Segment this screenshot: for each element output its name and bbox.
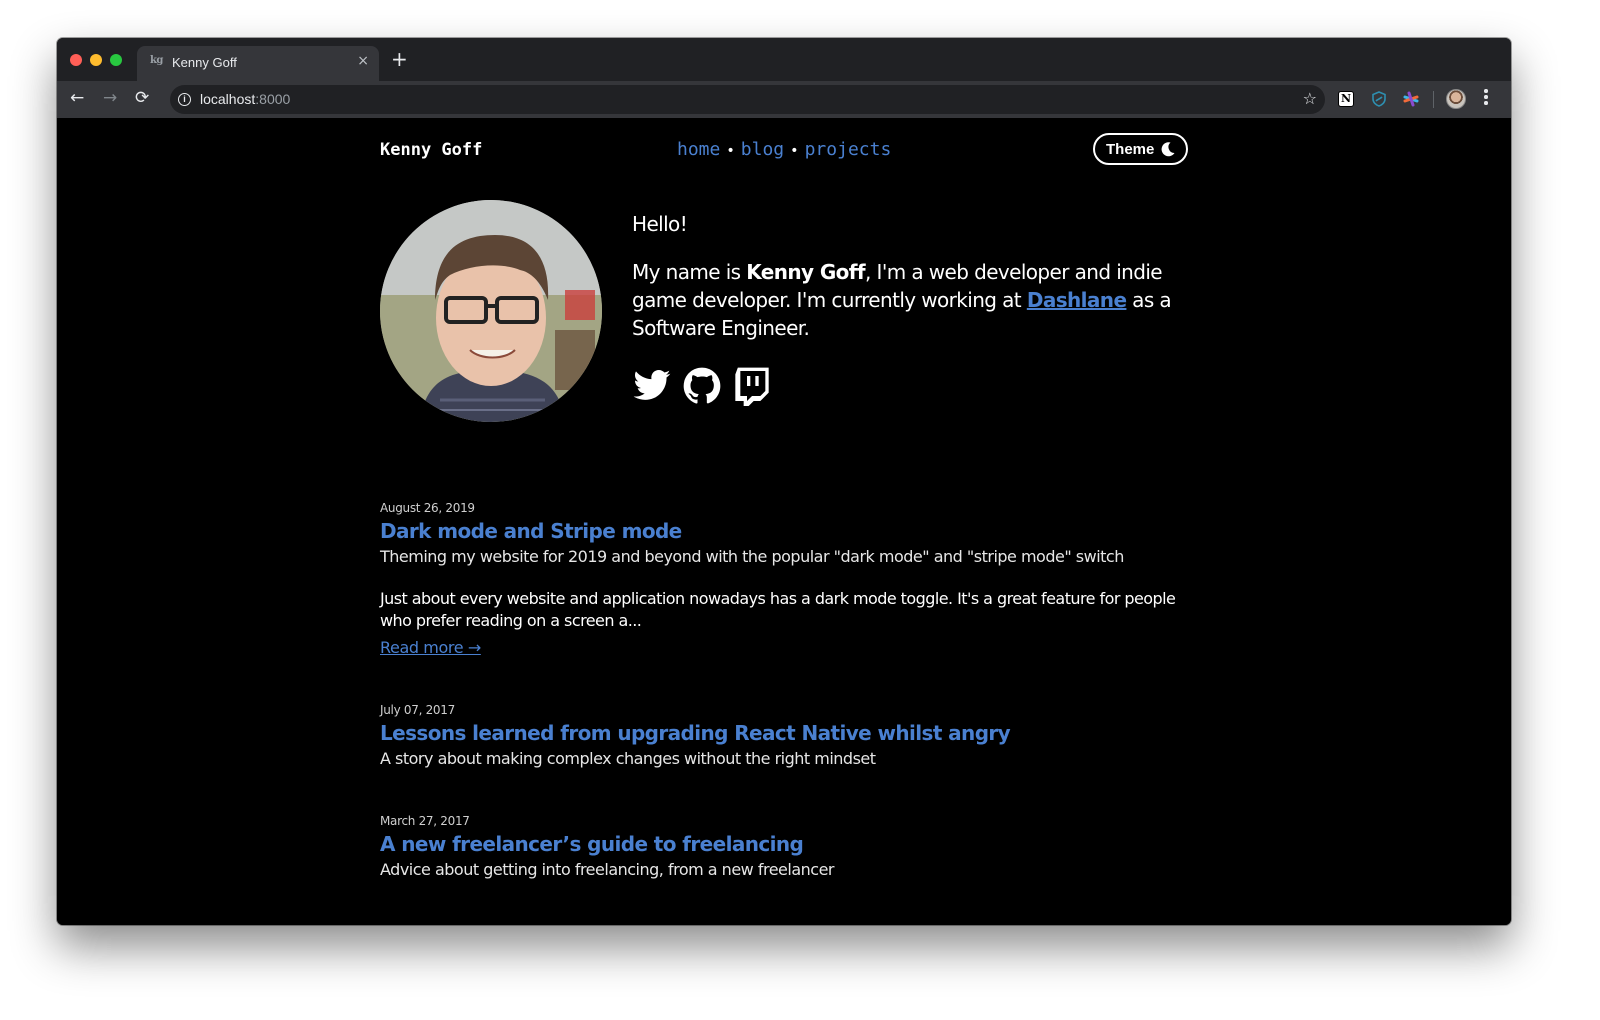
close-window-button[interactable] — [70, 54, 82, 66]
profile-avatar[interactable] — [1446, 89, 1466, 109]
url-host: localhost — [200, 91, 256, 107]
back-arrow-icon[interactable]: ← — [70, 88, 84, 108]
read-more-link[interactable]: Read more → — [380, 638, 481, 657]
post-item: August 26, 2019 Dark mode and Stripe mod… — [380, 501, 1188, 657]
dashlane-link[interactable]: Dashlane — [1027, 288, 1127, 312]
nav-home-link[interactable]: home — [677, 139, 720, 160]
web-page: Kenny Goff home • blog • projects Theme — [57, 118, 1511, 925]
bio-prefix: My name is — [632, 260, 747, 284]
github-icon — [683, 367, 721, 404]
post-title-link[interactable]: A new freelancer’s guide to freelancing — [380, 832, 1188, 856]
twitter-link[interactable] — [632, 366, 672, 406]
address-bar[interactable]: i localhost:8000 ☆ — [170, 85, 1325, 114]
twitch-icon — [735, 367, 769, 406]
browser-toolbar: ← → ⟳ i localhost:8000 ☆ N — [57, 81, 1511, 118]
post-title-link[interactable]: Lessons learned from upgrading React Nat… — [380, 721, 1188, 745]
post-title-link[interactable]: Dark mode and Stripe mode — [380, 519, 1188, 543]
browser-window: kg Kenny Goff × + ← → ⟳ i localhost:8000… — [57, 38, 1511, 925]
toolbar-separator — [1433, 91, 1434, 108]
nav-blog-link[interactable]: blog — [741, 139, 784, 160]
intro-text: Hello! My name is Kenny Goff, I'm a web … — [632, 210, 1172, 362]
url-text[interactable]: localhost:8000 — [200, 91, 290, 107]
site-nav: home • blog • projects — [677, 139, 891, 160]
twitch-link[interactable] — [732, 366, 772, 406]
twitter-icon — [633, 370, 671, 400]
tab-strip: kg Kenny Goff × + — [57, 38, 1511, 81]
url-port: :8000 — [255, 91, 291, 107]
post-item: July 07, 2017 Lessons learned from upgra… — [380, 703, 1188, 768]
intro-section: Hello! My name is Kenny Goff, I'm a web … — [380, 200, 1188, 425]
site-title[interactable]: Kenny Goff — [380, 140, 482, 160]
tab-title: Kenny Goff — [172, 55, 237, 70]
theme-button-label: Theme — [1106, 140, 1155, 158]
browser-menu-icon[interactable] — [1484, 89, 1488, 107]
profile-photo — [380, 200, 602, 422]
bio-name: Kenny Goff — [746, 260, 866, 284]
favicon-icon: kg — [150, 55, 163, 66]
post-description: Advice about getting into freelancing, f… — [380, 860, 835, 879]
post-date: March 27, 2017 — [380, 814, 470, 828]
asterisk-extension-icon[interactable] — [1403, 91, 1419, 107]
new-tab-button[interactable]: + — [391, 49, 408, 69]
nav-projects-link[interactable]: projects — [805, 139, 892, 160]
forward-arrow-icon[interactable]: → — [103, 88, 117, 108]
nav-separator: • — [726, 143, 735, 159]
post-list: August 26, 2019 Dark mode and Stripe mod… — [380, 501, 1188, 925]
minimize-window-button[interactable] — [90, 54, 102, 66]
notion-icon[interactable]: N — [1338, 91, 1354, 107]
post-description: A story about making complex changes wit… — [380, 749, 876, 768]
bookmark-star-icon[interactable]: ☆ — [1303, 89, 1317, 108]
post-excerpt: Just about every website and application… — [380, 589, 1176, 630]
theme-toggle-button[interactable]: Theme — [1093, 133, 1188, 165]
post-date: August 26, 2019 — [380, 501, 475, 515]
moon-icon — [1161, 142, 1175, 157]
profile-photo-illustration — [380, 200, 602, 422]
site-info-icon[interactable]: i — [178, 93, 191, 106]
social-links — [632, 366, 772, 406]
post-item: March 27, 2017 A new freelancer’s guide … — [380, 814, 1188, 879]
tab-close-icon[interactable]: × — [357, 53, 369, 69]
browser-tab-active[interactable]: kg Kenny Goff × — [137, 46, 379, 81]
post-date: July 07, 2017 — [380, 703, 455, 717]
maximize-window-button[interactable] — [110, 54, 122, 66]
reload-icon[interactable]: ⟳ — [135, 88, 149, 108]
site-header: Kenny Goff home • blog • projects Theme — [380, 133, 1188, 167]
greeting: Hello! — [632, 212, 688, 236]
bio: My name is Kenny Goff, I'm a web develop… — [632, 258, 1172, 342]
nav-separator: • — [790, 143, 799, 159]
github-link[interactable] — [682, 366, 722, 406]
post-description: Theming my website for 2019 and beyond w… — [380, 547, 1124, 566]
shield-extension-icon[interactable] — [1371, 91, 1387, 107]
